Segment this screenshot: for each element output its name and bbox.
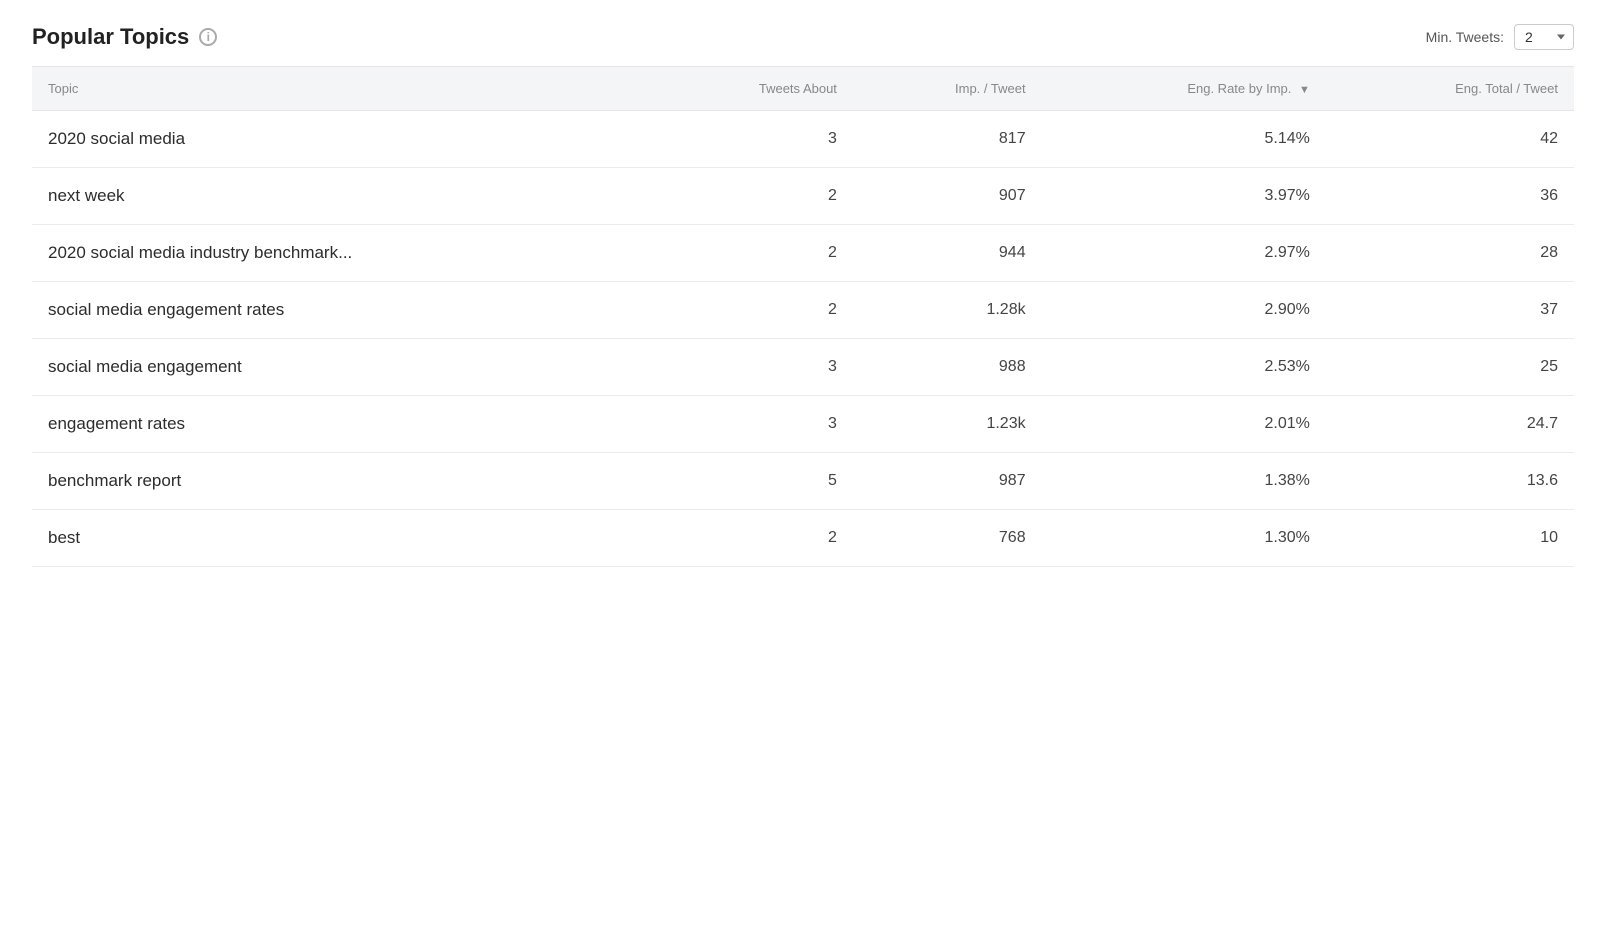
popular-topics-container: Popular Topics i Min. Tweets: 2 3 5 10 T… — [0, 0, 1606, 932]
col-header-topic: Topic — [32, 67, 650, 111]
cell-topic: social media engagement — [32, 339, 650, 396]
cell-tweets-about: 2 — [650, 510, 852, 567]
col-header-imp-per-tweet: Imp. / Tweet — [853, 67, 1042, 111]
cell-eng-rate: 1.38% — [1042, 453, 1326, 510]
cell-tweets-about: 5 — [650, 453, 852, 510]
table-row[interactable]: 2020 social media industry benchmark...2… — [32, 225, 1574, 282]
table-row[interactable]: next week29073.97%36 — [32, 168, 1574, 225]
cell-tweets-about: 3 — [650, 396, 852, 453]
cell-topic: 2020 social media industry benchmark... — [32, 225, 650, 282]
table-row[interactable]: engagement rates31.23k2.01%24.7 — [32, 396, 1574, 453]
cell-imp-per-tweet: 907 — [853, 168, 1042, 225]
cell-imp-per-tweet: 1.28k — [853, 282, 1042, 339]
section-header: Popular Topics i Min. Tweets: 2 3 5 10 — [32, 24, 1574, 50]
col-header-tweets-about: Tweets About — [650, 67, 852, 111]
cell-tweets-about: 3 — [650, 339, 852, 396]
header-right: Min. Tweets: 2 3 5 10 — [1426, 24, 1574, 50]
table-row[interactable]: social media engagement rates21.28k2.90%… — [32, 282, 1574, 339]
cell-tweets-about: 2 — [650, 282, 852, 339]
cell-imp-per-tweet: 817 — [853, 111, 1042, 168]
cell-eng-total: 37 — [1326, 282, 1574, 339]
min-tweets-select[interactable]: 2 3 5 10 — [1514, 24, 1574, 50]
cell-imp-per-tweet: 944 — [853, 225, 1042, 282]
cell-imp-per-tweet: 1.23k — [853, 396, 1042, 453]
table-row[interactable]: social media engagement39882.53%25 — [32, 339, 1574, 396]
info-icon[interactable]: i — [199, 28, 217, 46]
cell-eng-total: 24.7 — [1326, 396, 1574, 453]
cell-eng-total: 25 — [1326, 339, 1574, 396]
sort-arrow-icon: ▼ — [1299, 84, 1310, 96]
cell-tweets-about: 2 — [650, 225, 852, 282]
cell-topic: engagement rates — [32, 396, 650, 453]
table-row[interactable]: best27681.30%10 — [32, 510, 1574, 567]
header-left: Popular Topics i — [32, 24, 217, 50]
col-header-eng-rate[interactable]: Eng. Rate by Imp. ▼ — [1042, 67, 1326, 111]
cell-topic: best — [32, 510, 650, 567]
cell-topic: benchmark report — [32, 453, 650, 510]
table-row[interactable]: benchmark report59871.38%13.6 — [32, 453, 1574, 510]
cell-eng-total: 13.6 — [1326, 453, 1574, 510]
cell-eng-total: 42 — [1326, 111, 1574, 168]
cell-imp-per-tweet: 987 — [853, 453, 1042, 510]
table-row[interactable]: 2020 social media38175.14%42 — [32, 111, 1574, 168]
cell-topic: social media engagement rates — [32, 282, 650, 339]
table-header-row: Topic Tweets About Imp. / Tweet Eng. Rat… — [32, 67, 1574, 111]
cell-eng-rate: 5.14% — [1042, 111, 1326, 168]
col-header-eng-total: Eng. Total / Tweet — [1326, 67, 1574, 111]
cell-imp-per-tweet: 768 — [853, 510, 1042, 567]
cell-eng-rate: 2.90% — [1042, 282, 1326, 339]
cell-eng-rate: 1.30% — [1042, 510, 1326, 567]
cell-tweets-about: 3 — [650, 111, 852, 168]
cell-eng-rate: 2.97% — [1042, 225, 1326, 282]
cell-imp-per-tweet: 988 — [853, 339, 1042, 396]
min-tweets-select-wrapper[interactable]: 2 3 5 10 — [1514, 24, 1574, 50]
cell-topic: 2020 social media — [32, 111, 650, 168]
cell-eng-total: 36 — [1326, 168, 1574, 225]
topics-table: Topic Tweets About Imp. / Tweet Eng. Rat… — [32, 66, 1574, 567]
cell-eng-rate: 3.97% — [1042, 168, 1326, 225]
cell-eng-total: 28 — [1326, 225, 1574, 282]
cell-topic: next week — [32, 168, 650, 225]
min-tweets-label: Min. Tweets: — [1426, 29, 1504, 45]
cell-eng-rate: 2.53% — [1042, 339, 1326, 396]
cell-eng-rate: 2.01% — [1042, 396, 1326, 453]
cell-eng-total: 10 — [1326, 510, 1574, 567]
cell-tweets-about: 2 — [650, 168, 852, 225]
page-title: Popular Topics — [32, 24, 189, 50]
